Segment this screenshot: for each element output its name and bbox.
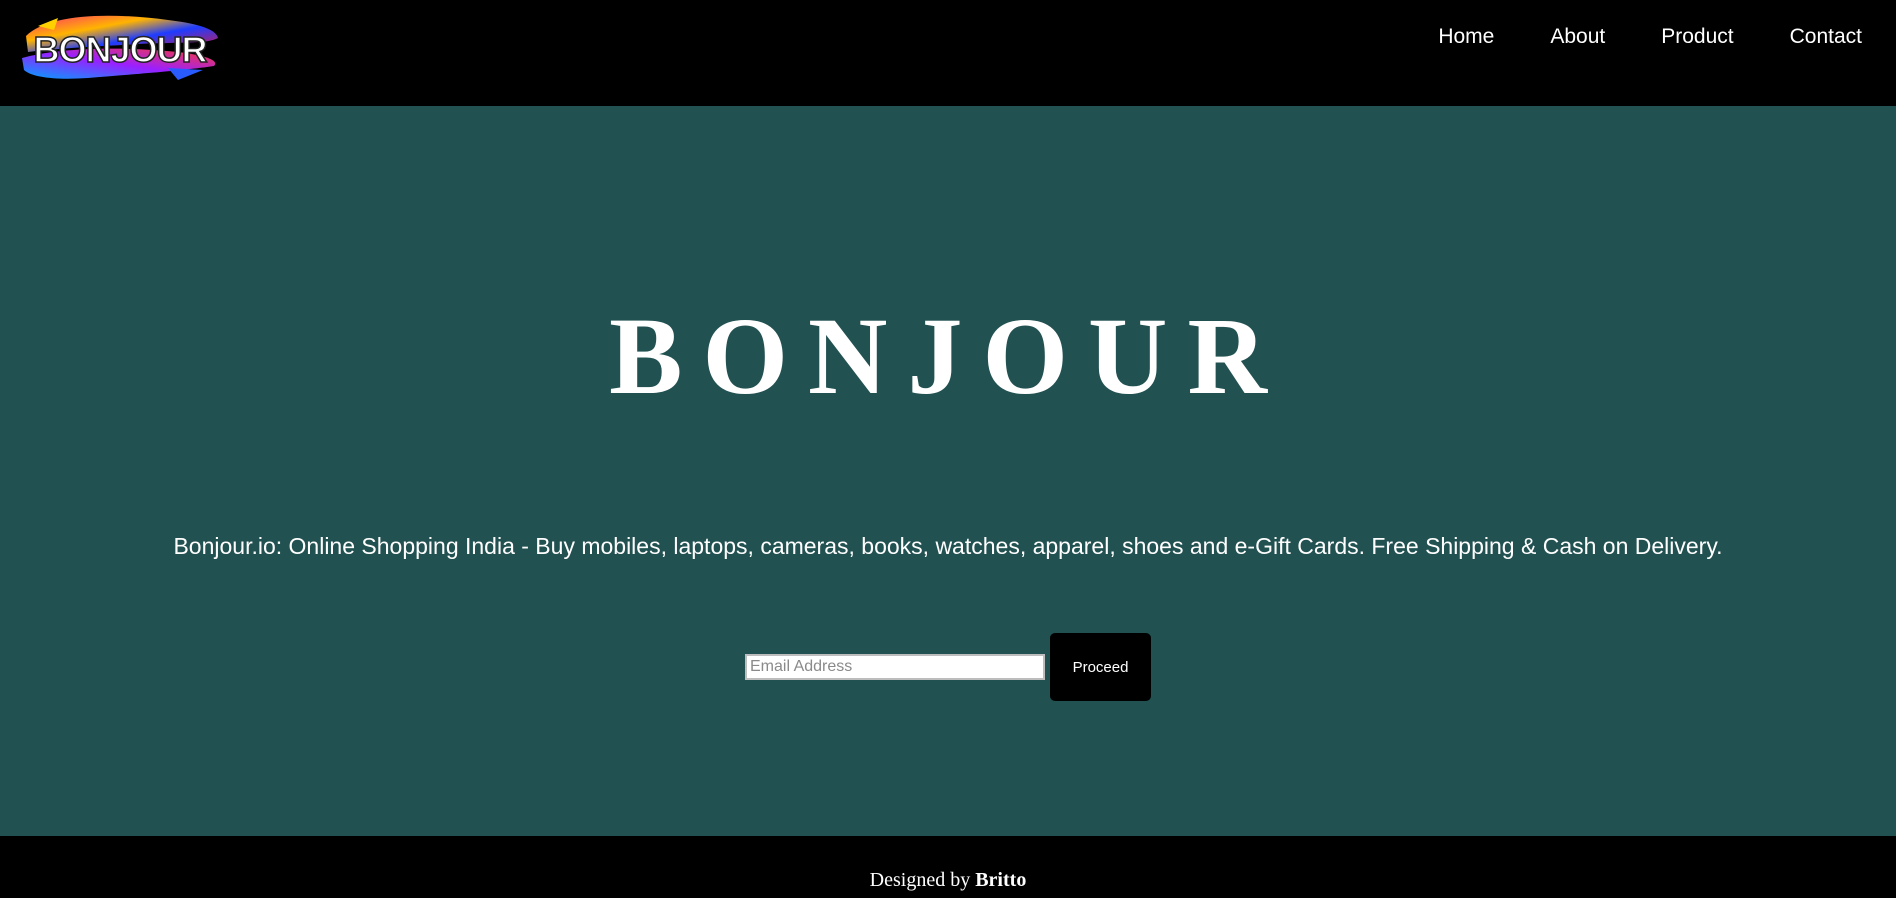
nav-item-product[interactable]: Product <box>1661 22 1733 52</box>
footer: Designed by Britto <box>0 836 1896 898</box>
nav-item-about[interactable]: About <box>1550 22 1605 52</box>
footer-credit: Designed by Britto <box>0 868 1896 892</box>
brand-logo[interactable]: BONJOUR <box>18 8 223 86</box>
hero-title: BONJOUR <box>609 295 1287 417</box>
footer-credit-prefix: Designed by <box>869 869 971 891</box>
nav-menu: Home About Product Contact <box>1382 22 1862 52</box>
hero-tagline: Bonjour.io: Online Shopping India - Buy … <box>173 533 1723 559</box>
navbar: BONJOUR Home About Product Contact <box>0 0 1896 106</box>
email-input[interactable] <box>745 654 1045 680</box>
brush-stroke-logo-icon: BONJOUR <box>22 15 218 80</box>
hero-section: BONJOUR Bonjour.io: Online Shopping Indi… <box>0 106 1896 836</box>
nav-item-home[interactable]: Home <box>1438 22 1494 52</box>
footer-designer-name: Britto <box>975 869 1027 891</box>
nav-item-contact[interactable]: Contact <box>1790 22 1862 52</box>
proceed-button[interactable]: Proceed <box>1050 633 1151 701</box>
email-signup-form: Proceed <box>0 633 1896 701</box>
logo-text: BONJOUR <box>33 29 207 70</box>
